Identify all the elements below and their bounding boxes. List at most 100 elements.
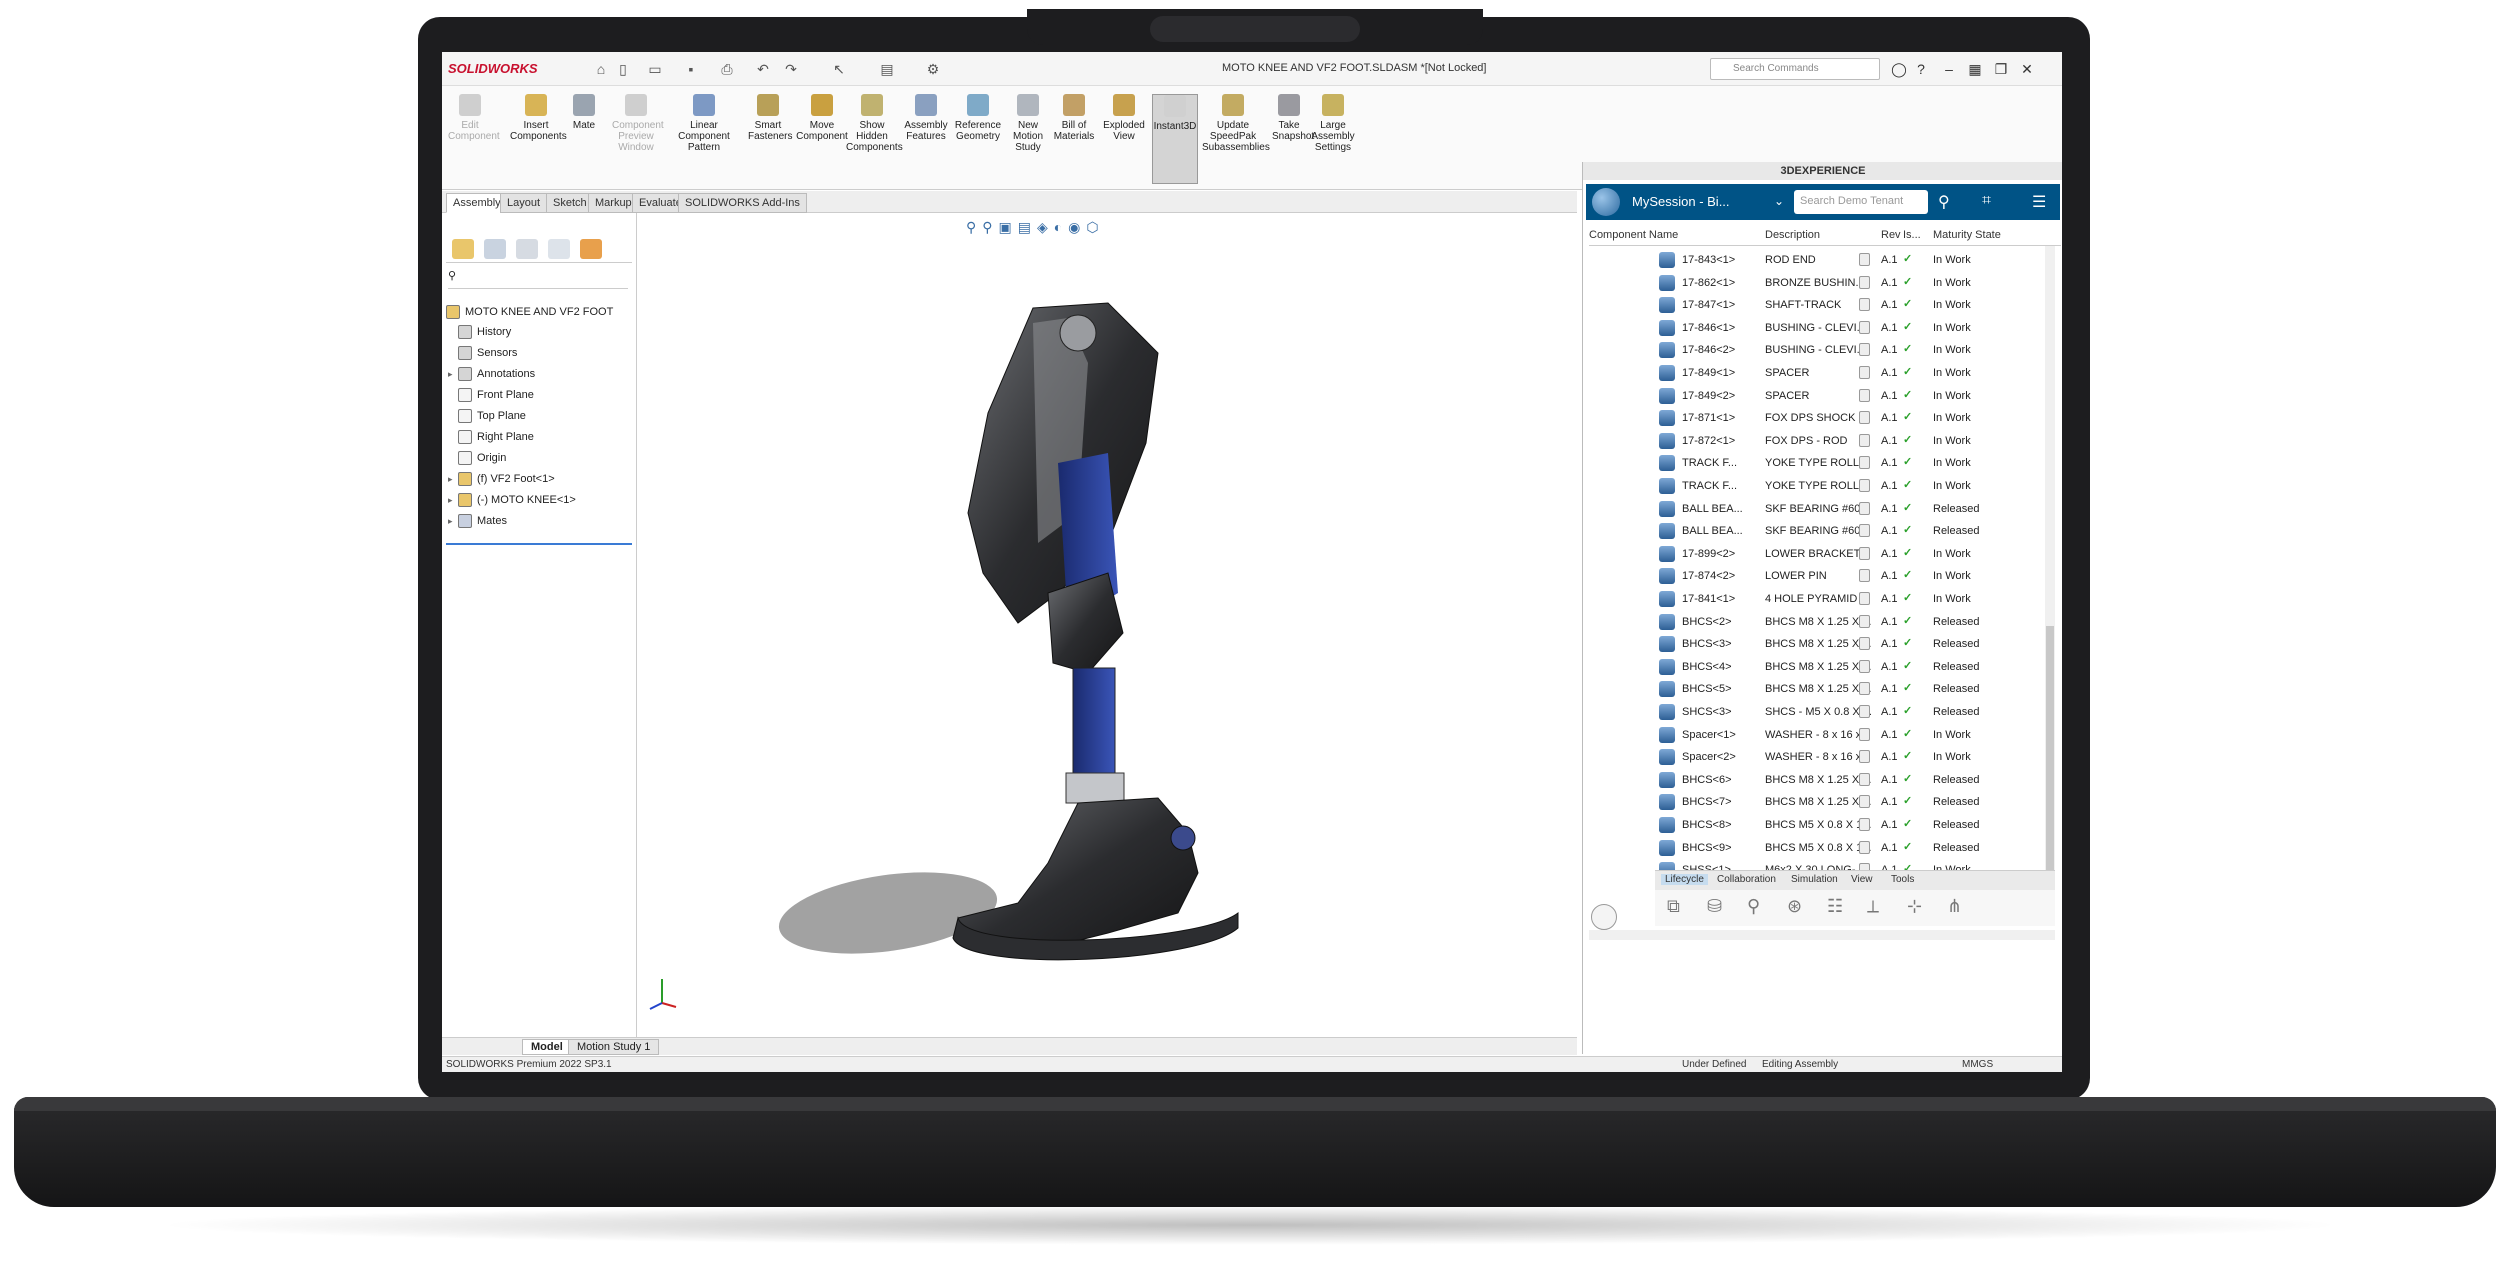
lock-icon[interactable] [1859,569,1870,583]
feature-tree-tab-icon[interactable] [452,239,474,259]
component-preview-window-button[interactable]: Component Preview Window [612,94,664,184]
tab-collaboration[interactable]: Collaboration [1717,874,1776,885]
lock-icon[interactable] [1859,388,1870,402]
tree-item-annotations[interactable]: ▸ Annotations [448,367,535,387]
column-maturity-state[interactable]: Maturity State [1933,229,2001,241]
table-row[interactable]: Spacer<1> WASHER - 8 x 16 x... A.1 ✓ In Work [1589,723,2061,747]
table-row[interactable]: SHCS<3> SHCS - M5 X 0.8 X ... A.1 ✓ Released [1589,700,2061,724]
new-document-icon[interactable]: ▯ [614,60,632,78]
tab-layout[interactable]: Layout [500,193,548,213]
table-row[interactable]: 17-846<2> BUSHING - CLEVI... A.1 ✓ In Work [1589,338,2061,362]
insert-components-button[interactable]: Insert Components [510,94,567,184]
lock-icon[interactable] [1859,501,1870,515]
widget-toggle-icon[interactable] [1591,904,1617,930]
reference-geometry-button[interactable]: Reference Geometry [954,94,1002,184]
select-icon[interactable]: ↖ [830,60,848,78]
redo-icon[interactable]: ↷ [782,60,800,78]
restore-icon[interactable]: ❐ [1990,59,2012,79]
exploded-view-button[interactable]: Exploded View [1100,94,1148,184]
table-row[interactable]: BHCS<6> BHCS M8 X 1.25 X ... A.1 ✓ Released [1589,768,2061,792]
menu-icon[interactable]: ☰ [2032,192,2046,212]
bill-of-materials-button[interactable]: Bill of Materials [1052,94,1096,184]
lock-icon[interactable] [1859,659,1870,673]
column-component-name[interactable]: Component Name [1589,229,1678,241]
tab-motion-study-1[interactable]: Motion Study 1 [568,1039,660,1055]
structure-icon[interactable]: ⋔ [1947,896,1962,917]
table-row[interactable]: BHCS<5> BHCS M8 X 1.25 X ... A.1 ✓ Released [1589,677,2061,701]
lock-icon[interactable] [1859,727,1870,741]
lock-icon[interactable] [1859,772,1870,786]
table-row[interactable]: 17-849<2> SPACER A.1 ✓ In Work [1589,384,2061,408]
compass-icon[interactable] [1592,188,1620,216]
table-row[interactable]: 17-841<1> 4 HOLE PYRAMID A.1 ✓ In Work [1589,587,2061,611]
tab-model[interactable]: Model [522,1039,572,1055]
lock-icon[interactable] [1859,614,1870,628]
table-row[interactable]: BALL BEA... SKF BEARING #60... A.1 ✓ Release… [1589,497,2061,521]
lock-icon[interactable] [1859,298,1870,312]
search-commands-input[interactable]: Search Commands [1710,58,1880,80]
tree-item-front-plane[interactable]: Front Plane [448,388,534,408]
tab-simulation[interactable]: Simulation [1791,874,1838,885]
rollback-bar[interactable] [446,543,632,545]
session-selector[interactable]: MySession - Bi... [1632,194,1730,209]
prosthetic-leg-model[interactable] [638,213,1577,1043]
filter-icon[interactable]: ⚲ [448,269,628,289]
tree-item-history[interactable]: History [448,325,511,345]
table-row[interactable]: 17-871<1> FOX DPS SHOCK ... A.1 ✓ In Work [1589,406,2061,430]
new-motion-study-button[interactable]: New Motion Study [1008,94,1048,184]
tag-icon[interactable]: ⌗ [1982,192,1991,210]
instant3d-button[interactable]: Instant3D [1152,94,1198,184]
lock-icon[interactable] [1859,750,1870,764]
horizontal-scrollbar[interactable] [1589,930,2055,940]
column-description[interactable]: Description [1765,229,1820,241]
lock-icon[interactable] [1859,343,1870,357]
table-row[interactable]: 17-899<2> LOWER BRACKET A.1 ✓ In Work [1589,542,2061,566]
configuration-tab-icon[interactable] [516,239,538,259]
help-icon[interactable]: ? [1910,59,1932,79]
assembly-features-button[interactable]: Assembly Features [902,94,950,184]
table-row[interactable]: 17-846<1> BUSHING - CLEVI... A.1 ✓ In Work [1589,316,2061,340]
tree-icon[interactable]: ⊹ [1907,896,1922,917]
lock-icon[interactable] [1859,682,1870,696]
expand-arrow-icon[interactable]: ▸ [448,369,458,380]
user-icon[interactable]: ◯ [1888,59,1910,79]
tree-item-f-vf2-foot-1[interactable]: ▸ (f) VF2 Foot<1> [448,472,555,492]
table-row[interactable]: 17-847<1> SHAFT-TRACK A.1 ✓ In Work [1589,293,2061,317]
expand-arrow-icon[interactable]: ▸ [448,474,458,485]
smart-fasteners-button[interactable]: Smart Fasteners [748,94,792,184]
explore-icon[interactable]: ⚲ [1747,896,1760,917]
column-rev[interactable]: Rev [1881,229,1901,241]
table-row[interactable]: 17-862<1> BRONZE BUSHIN... A.1 ✓ In Work [1589,271,2061,295]
lock-icon[interactable] [1859,840,1870,854]
lock-icon[interactable] [1859,479,1870,492]
tab-sketch[interactable]: Sketch [546,193,594,213]
display-manager-tab-icon[interactable] [580,239,602,259]
tenant-search-input[interactable]: Search Demo Tenant [1794,190,1928,214]
graphics-area[interactable]: ⚲⚲▣▤◈◐◉⬡ [638,213,1577,1043]
dimxpert-tab-icon[interactable] [548,239,570,259]
lock-icon[interactable] [1859,524,1870,538]
linear-component-pattern-button[interactable]: Linear Component Pattern [664,94,744,184]
branch-icon[interactable]: ⟂ [1867,896,1879,917]
lock-icon[interactable] [1859,546,1870,560]
home-icon[interactable]: ⌂ [592,60,610,78]
update-speedpak-subassemblies-button[interactable]: Update SpeedPak Subassemblies [1202,94,1270,184]
open-icon[interactable]: ▭ [646,60,664,78]
lock-icon[interactable] [1859,253,1870,266]
options-gear-icon[interactable]: ⚙ [924,60,942,78]
tab-assembly[interactable]: Assembly [446,193,508,213]
expand-arrow-icon[interactable]: ▸ [448,516,458,527]
large-assembly-settings-button[interactable]: Large Assembly Settings [1308,94,1358,184]
lock-icon[interactable] [1859,592,1870,605]
lock-icon[interactable] [1859,275,1870,289]
table-row[interactable]: BHCS<3> BHCS M8 X 1.25 X ... A.1 ✓ Released [1589,632,2061,656]
table-row[interactable]: BHCS<2> BHCS M8 X 1.25 X ... A.1 ✓ Released [1589,610,2061,634]
table-row[interactable]: BHCS<7> BHCS M8 X 1.25 X ... A.1 ✓ Released [1589,790,2061,814]
tree-item-top-plane[interactable]: Top Plane [448,409,526,429]
table-row[interactable]: Spacer<2> WASHER - 8 x 16 x... A.1 ✓ In Work [1589,745,2061,769]
mate-button[interactable]: Mate [566,94,602,184]
column-is[interactable]: Is... [1903,229,1921,241]
chevron-down-icon[interactable]: ⌄ [1774,194,1784,208]
table-row[interactable]: BHCS<8> BHCS M5 X 0.8 X 1... A.1 ✓ Released [1589,813,2061,837]
table-row[interactable]: BALL BEA... SKF BEARING #60... A.1 ✓ Release… [1589,519,2061,543]
